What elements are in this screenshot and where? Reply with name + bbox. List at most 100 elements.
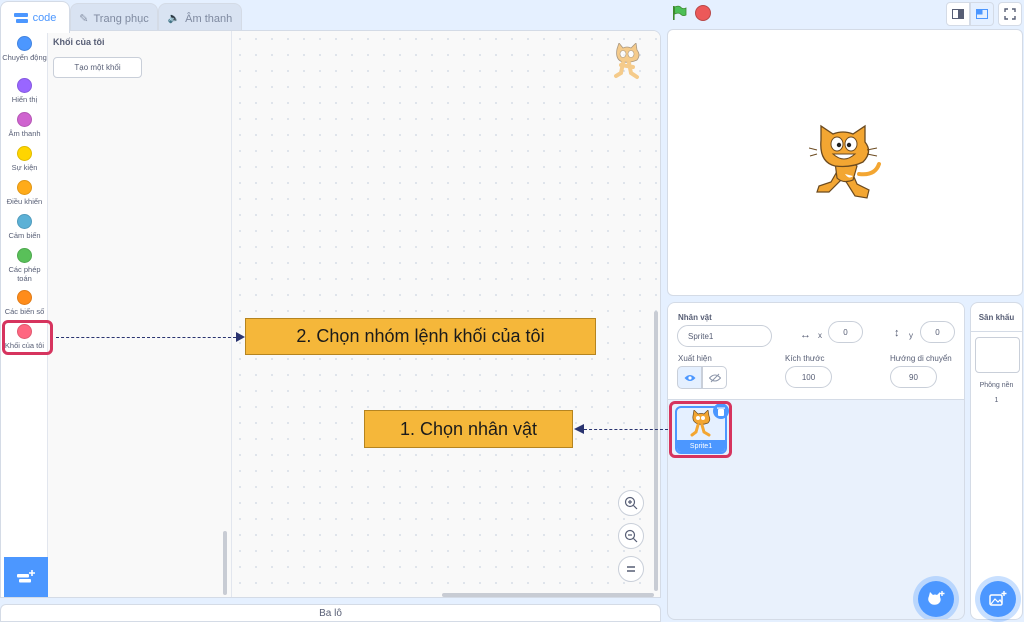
category-label: Chuyển động bbox=[2, 53, 47, 62]
fullscreen-icon bbox=[1004, 8, 1016, 20]
stage-selector[interactable]: Sân khấu Phông nền 1 bbox=[970, 302, 1023, 620]
show-label: Xuất hiện bbox=[678, 354, 712, 363]
y-arrows-icon: ↕ bbox=[894, 327, 900, 339]
category-label: Sự kiện bbox=[11, 163, 38, 172]
category-dot bbox=[17, 214, 32, 229]
show-button[interactable] bbox=[677, 366, 702, 389]
stop-button[interactable] bbox=[695, 5, 711, 21]
small-stage-icon bbox=[952, 9, 964, 19]
cat-sprite-on-stage bbox=[809, 124, 881, 199]
category-sensing[interactable]: Cảm biến bbox=[1, 214, 48, 240]
speaker-icon: 🔈 bbox=[167, 13, 181, 24]
normal-stage-button[interactable] bbox=[970, 2, 994, 26]
backdrop-thumbnail[interactable] bbox=[975, 337, 1020, 373]
highlight-sprite bbox=[669, 401, 732, 458]
fullscreen-button[interactable] bbox=[998, 2, 1022, 26]
sprite-name-input[interactable]: Sprite1 bbox=[677, 325, 772, 347]
block-palette: Khối của tôi Tạo một khối bbox=[48, 31, 232, 597]
category-label: Điều khiển bbox=[6, 197, 43, 206]
size-input[interactable]: 100 bbox=[785, 366, 832, 388]
small-stage-button[interactable] bbox=[946, 2, 970, 26]
highlight-my-blocks bbox=[2, 320, 53, 355]
brush-icon: ✎ bbox=[79, 13, 89, 25]
category-control[interactable]: Điều khiển bbox=[1, 180, 48, 206]
code-editor: Chuyển động Hiển thị Âm thanh Sự kiện Đi… bbox=[0, 30, 661, 598]
sprite-thumbnail-watermark bbox=[609, 42, 645, 86]
category-sound[interactable]: Âm thanh bbox=[1, 112, 48, 138]
category-label: Cảm biến bbox=[8, 231, 41, 240]
zoom-out-button[interactable] bbox=[618, 523, 644, 549]
add-extension-button[interactable] bbox=[4, 557, 48, 597]
make-block-button[interactable]: Tạo một khối bbox=[53, 57, 142, 78]
zoom-in-icon bbox=[624, 496, 638, 510]
category-label: Âm thanh bbox=[8, 129, 41, 138]
eye-icon bbox=[684, 374, 695, 381]
sprite-label: Nhân vật bbox=[678, 313, 712, 322]
tab-costumes-label: Trang phục bbox=[93, 12, 149, 25]
category-menu: Chuyển động Hiển thị Âm thanh Sự kiện Đi… bbox=[1, 31, 48, 597]
callout-step1: 1. Chọn nhân vật bbox=[364, 410, 573, 448]
hide-button[interactable] bbox=[702, 366, 727, 389]
palette-scrollbar[interactable] bbox=[223, 531, 227, 595]
y-label: y bbox=[909, 331, 913, 340]
cat-plus-icon bbox=[928, 591, 945, 605]
category-variables[interactable]: Các biến số bbox=[1, 290, 48, 316]
callout-step2: 2. Chọn nhóm lệnh khối của tôi bbox=[245, 318, 596, 355]
sprite-info: Nhân vật Sprite1 ↔ x 0 ↕ y 0 Xuất hiện K… bbox=[668, 303, 964, 400]
tab-code[interactable]: code bbox=[0, 1, 70, 33]
category-dot bbox=[17, 112, 32, 127]
stage-title: Sân khấu bbox=[978, 313, 1015, 322]
arrowhead-step2 bbox=[236, 332, 245, 342]
category-dot bbox=[17, 146, 32, 161]
tab-sounds-label: Âm thanh bbox=[185, 12, 233, 25]
tab-sounds[interactable]: 🔈 Âm thanh bbox=[158, 3, 242, 33]
script-area[interactable] bbox=[232, 31, 660, 597]
equals-icon bbox=[627, 566, 635, 572]
direction-input[interactable]: 90 bbox=[890, 366, 937, 388]
category-label: Các biến số bbox=[4, 307, 45, 316]
category-label: Hiển thị bbox=[11, 95, 38, 104]
eye-slash-icon bbox=[708, 373, 721, 382]
choose-sprite-button[interactable] bbox=[918, 581, 954, 617]
category-label: Các phép toán bbox=[8, 265, 41, 283]
backpack-bar[interactable]: Ba lô bbox=[0, 604, 661, 622]
category-events[interactable]: Sự kiện bbox=[1, 146, 48, 172]
backdrops-label: Phông nền bbox=[979, 382, 1014, 389]
zoom-out-icon bbox=[624, 529, 638, 543]
workspace-vertical-scrollbar[interactable] bbox=[654, 311, 658, 591]
stage-canvas[interactable] bbox=[667, 29, 1023, 296]
tab-costumes[interactable]: ✎ Trang phục bbox=[70, 3, 158, 33]
category-dot bbox=[17, 78, 32, 93]
zoom-reset-button[interactable] bbox=[618, 556, 644, 582]
y-input[interactable]: 0 bbox=[920, 321, 955, 343]
category-dot bbox=[17, 180, 32, 195]
category-operators[interactable]: Các phép toán bbox=[1, 248, 48, 283]
backdrops-count: 1 bbox=[994, 397, 999, 404]
sprite-pane: Nhân vật Sprite1 ↔ x 0 ↕ y 0 Xuất hiện K… bbox=[667, 302, 965, 620]
choose-backdrop-button[interactable] bbox=[980, 581, 1016, 617]
x-arrows-icon: ↔ bbox=[800, 329, 811, 341]
size-label: Kích thước bbox=[785, 354, 825, 363]
cat-sprite-icon bbox=[614, 42, 640, 79]
add-extension-icon bbox=[17, 570, 35, 583]
arrow-line-step2 bbox=[56, 337, 236, 338]
green-flag-icon bbox=[673, 5, 687, 20]
image-plus-icon bbox=[989, 591, 1007, 606]
palette-title: Khối của tôi bbox=[53, 37, 105, 47]
x-label: x bbox=[818, 331, 822, 340]
category-looks[interactable]: Hiển thị bbox=[1, 78, 48, 104]
workspace-horizontal-scrollbar[interactable] bbox=[442, 593, 654, 597]
arrowhead-step1 bbox=[574, 424, 584, 434]
green-flag-button[interactable] bbox=[671, 5, 687, 26]
zoom-in-button[interactable] bbox=[618, 490, 644, 516]
category-dot bbox=[17, 248, 32, 263]
divider bbox=[971, 331, 1022, 332]
code-blocks-icon bbox=[13, 12, 28, 23]
category-motion[interactable]: Chuyển động bbox=[1, 36, 48, 62]
category-dot bbox=[17, 290, 32, 305]
arrow-line-step1 bbox=[584, 429, 668, 430]
category-dot bbox=[17, 36, 32, 51]
x-input[interactable]: 0 bbox=[828, 321, 863, 343]
normal-stage-icon bbox=[976, 9, 988, 19]
tab-code-label: code bbox=[32, 11, 57, 24]
